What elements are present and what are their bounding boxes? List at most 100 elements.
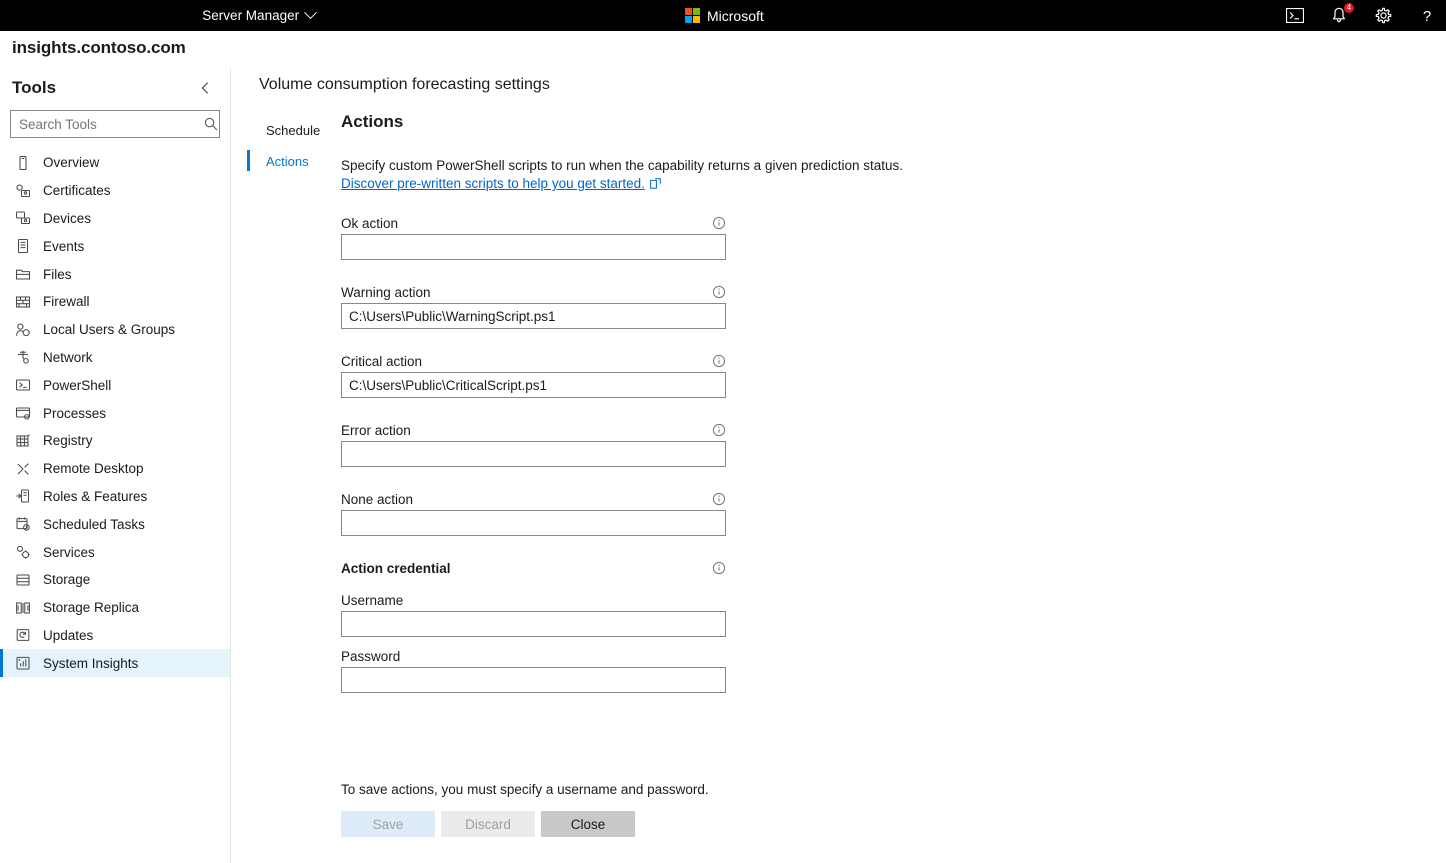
- sidebar-item-devices[interactable]: Devices: [0, 205, 230, 233]
- microsoft-squares-icon: [685, 8, 700, 23]
- sidebar-item-label: Updates: [43, 627, 94, 643]
- sidebar-item-processes[interactable]: Processes: [0, 399, 230, 427]
- input-warning-action[interactable]: [341, 303, 726, 329]
- sidebar-item-overview[interactable]: Overview: [0, 149, 230, 177]
- registry-icon: [14, 432, 31, 449]
- info-icon[interactable]: [711, 492, 726, 507]
- notification-badge: 4: [1344, 2, 1354, 13]
- sidebar-item-events[interactable]: Events: [0, 232, 230, 260]
- field-none-action: None action: [341, 488, 726, 557]
- actions-panel: Actions Specify custom PowerShell script…: [341, 112, 1391, 701]
- field-label: Warning action: [341, 284, 431, 300]
- search-icon[interactable]: [202, 117, 219, 131]
- sidebar-item-powershell[interactable]: PowerShell: [0, 371, 230, 399]
- updates-icon: [14, 627, 31, 644]
- users-icon: [14, 321, 31, 338]
- sidebar-item-label: Processes: [43, 405, 107, 421]
- discard-button: Discard: [441, 811, 535, 837]
- sidebar-item-firewall[interactable]: Firewall: [0, 288, 230, 316]
- save-button: Save: [341, 811, 435, 837]
- sidebar-item-system-insights[interactable]: System Insights: [0, 649, 230, 678]
- network-icon: [14, 349, 31, 366]
- brand-title[interactable]: Windows Admin Center: [0, 7, 166, 25]
- close-button[interactable]: Close: [541, 811, 635, 837]
- powershell-icon: [14, 377, 31, 394]
- question-icon[interactable]: ?: [1416, 5, 1438, 27]
- sidebar-item-label: Local Users & Groups: [43, 322, 176, 338]
- info-icon[interactable]: [711, 423, 726, 438]
- sidebar-item-remote-desktop[interactable]: Remote Desktop: [0, 455, 230, 483]
- sidebar-item-label: Overview: [43, 155, 100, 171]
- field-label: Critical action: [341, 353, 423, 369]
- sidebar-item-storage[interactable]: Storage: [0, 566, 230, 594]
- sidebar-item-label: Registry: [43, 433, 93, 449]
- sidebar-item-updates[interactable]: Updates: [0, 622, 230, 650]
- field-label-row: Password: [341, 645, 726, 667]
- input-username[interactable]: [341, 611, 726, 637]
- gear-icon[interactable]: [1372, 5, 1394, 27]
- subnav-item-actions[interactable]: Actions: [247, 146, 342, 177]
- field-label: Password: [341, 648, 401, 664]
- roles-features-icon: [14, 488, 31, 505]
- console-icon[interactable]: [1284, 5, 1306, 27]
- sidebar-item-registry[interactable]: Registry: [0, 427, 230, 455]
- sidebar-item-label: Network: [43, 349, 93, 365]
- description-text: Specify custom PowerShell scripts to run…: [341, 158, 904, 173]
- input-critical-action[interactable]: [341, 372, 726, 398]
- field-warning-action: Warning action: [341, 281, 726, 350]
- actions-form: Ok action Warning action Critical action Er…: [341, 212, 726, 701]
- field-label-row: None action: [341, 488, 726, 510]
- action-credential-section: Action credential: [341, 557, 726, 589]
- sidebar-item-label: Firewall: [43, 294, 90, 310]
- sidebar-item-scheduled-tasks[interactable]: Scheduled Tasks: [0, 510, 230, 538]
- info-icon[interactable]: [711, 216, 726, 231]
- sidebar-item-label: Files: [43, 266, 72, 282]
- sidebar-item-roles-features[interactable]: Roles & Features: [0, 483, 230, 511]
- firewall-icon: [14, 293, 31, 310]
- subnav-item-schedule[interactable]: Schedule: [247, 115, 342, 146]
- services-icon: [14, 544, 31, 561]
- sidebar-item-label: Roles & Features: [43, 488, 148, 504]
- top-navigation-bar: Windows Admin Center Server Manager Micr…: [0, 0, 1446, 31]
- field-label: None action: [341, 491, 414, 507]
- sidebar-item-label: Certificates: [43, 183, 111, 199]
- input-ok-action[interactable]: [341, 234, 726, 260]
- external-link-icon[interactable]: [649, 176, 661, 194]
- storage-icon: [14, 571, 31, 588]
- input-password[interactable]: [341, 667, 726, 693]
- app-selector[interactable]: Server Manager: [202, 6, 317, 23]
- sidebar-item-network[interactable]: Network: [0, 344, 230, 372]
- prewritten-scripts-link[interactable]: Discover pre-written scripts to help you…: [341, 176, 645, 191]
- search-input[interactable]: [11, 111, 202, 137]
- field-label: Error action: [341, 422, 411, 438]
- storage-replica-icon: [14, 599, 31, 616]
- main-content: Volume consumption forecasting settings …: [232, 68, 1446, 863]
- info-icon[interactable]: [711, 285, 726, 300]
- sidebar-item-certificates[interactable]: Certificates: [0, 177, 230, 205]
- sidebar-item-label: PowerShell: [43, 377, 112, 393]
- page-title: Volume consumption forecasting settings: [259, 76, 550, 93]
- sidebar-item-storage-replica[interactable]: Storage Replica: [0, 594, 230, 622]
- field-password: Password: [341, 645, 726, 701]
- sidebar-item-local-users-groups[interactable]: Local Users & Groups: [0, 316, 230, 344]
- sidebar-item-label: Storage Replica: [43, 600, 140, 616]
- scheduled-tasks-icon: [14, 516, 31, 533]
- sidebar-item-label: Devices: [43, 210, 92, 226]
- chevron-left-icon[interactable]: [196, 78, 216, 98]
- field-label-row: Warning action: [341, 281, 726, 303]
- panel-footer: To save actions, you must specify a user…: [341, 782, 941, 837]
- sidebar-item-files[interactable]: Files: [0, 260, 230, 288]
- input-error-action[interactable]: [341, 441, 726, 467]
- info-icon[interactable]: [711, 561, 726, 576]
- input-none-action[interactable]: [341, 510, 726, 536]
- sidebar-item-services[interactable]: Services: [0, 538, 230, 566]
- tools-title: Tools: [12, 78, 57, 97]
- microsoft-logo: Microsoft: [685, 0, 764, 31]
- field-label-row: Error action: [341, 419, 726, 441]
- microsoft-wordmark: Microsoft: [707, 7, 764, 24]
- bell-icon[interactable]: 4: [1328, 2, 1354, 27]
- info-icon[interactable]: [711, 354, 726, 369]
- footer-button-row: Save Discard Close: [341, 811, 941, 837]
- chevron-down-icon: [304, 6, 317, 20]
- connection-title: insights.contoso.com: [12, 38, 186, 57]
